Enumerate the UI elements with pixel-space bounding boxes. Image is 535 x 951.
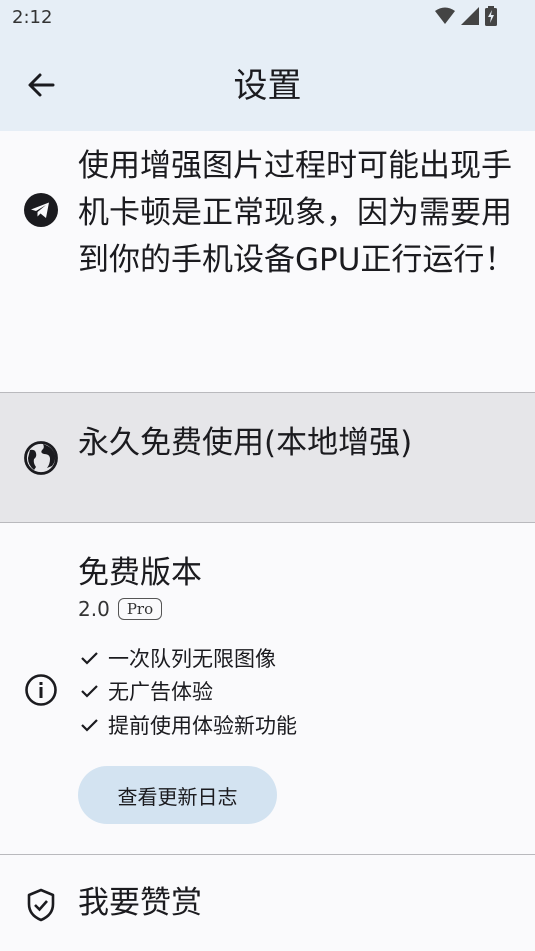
feature-item: 无广告体验 [78,675,297,709]
globe-icon-wrap [22,439,60,477]
page-title: 设置 [233,66,302,106]
feature-label: 提前使用体验新功能 [108,713,297,738]
version-title: 免费版本 [78,555,202,591]
info-icon-wrap [22,671,60,709]
check-icon [81,651,98,665]
version-number: 2.0 [78,597,110,621]
status-bar: 2:12 [0,0,535,36]
shield-icon-wrap [22,886,60,924]
signal-icon [461,7,479,25]
version-section: 免费版本 2.0 Pro 一次队列无限图像 无广告体验 提前使用体验新功能 查看… [0,523,535,855]
status-icons [435,6,497,26]
app-bar: 设置 [0,36,535,131]
feature-item: 一次队列无限图像 [78,641,297,675]
donate-row[interactable]: 我要赞赏 [0,855,535,951]
shield-check-icon [27,888,55,922]
info-icon [25,674,57,706]
wifi-icon [435,7,455,24]
feature-label: 一次队列无限图像 [108,646,276,671]
globe-icon [24,441,58,475]
notice-section: 使用增强图片过程时可能出现手机卡顿是正常现象，因为需要用到你的手机设备GPU正行… [0,131,535,393]
version-info: 2.0 Pro [78,597,163,621]
feature-list: 一次队列无限图像 无广告体验 提前使用体验新功能 [78,641,297,742]
check-icon [81,685,98,698]
notice-text: 使用增强图片过程时可能出现手机卡顿是正常现象，因为需要用到你的手机设备GPU正行… [78,148,516,278]
pro-badge: Pro [117,598,163,620]
free-forever-row[interactable]: 永久免费使用(本地增强) [0,393,535,523]
battery-charging-icon [485,6,497,26]
free-forever-label: 永久免费使用(本地增强) [78,425,413,461]
telegram-icon [24,193,58,227]
status-time: 2:12 [12,7,53,28]
notice-icon-wrap [22,191,60,229]
changelog-button[interactable]: 查看更新日志 [78,766,277,824]
donate-label: 我要赞赏 [78,885,202,921]
check-icon [81,718,98,732]
feature-item: 提前使用体验新功能 [78,708,297,742]
feature-label: 无广告体验 [108,680,213,705]
